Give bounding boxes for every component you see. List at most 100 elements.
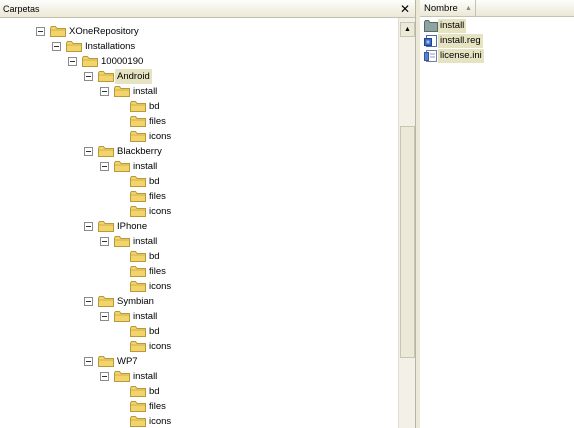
folder-icon [130,416,146,427]
folder-icon [130,191,146,202]
folder-icon [130,206,146,217]
collapse-toggle-icon[interactable] [84,147,93,156]
folder-icon [130,341,146,352]
tree-item-label: Blackberry [117,146,162,157]
tree-item-label: install [133,371,158,382]
collapse-toggle-icon[interactable] [36,27,45,36]
tree-item-label: 10000190 [101,56,144,67]
tree-item[interactable]: bd [0,384,398,399]
tree-item[interactable]: Symbian [0,294,398,309]
file-list-item-label: install [438,19,467,33]
folder-tree: XOneRepository Installations 10000190 Andro… [0,18,398,428]
ini-file-icon [424,50,438,62]
tree-item[interactable]: bd [0,249,398,264]
tree-item[interactable]: files [0,399,398,414]
folders-pane-title: Carpetas [3,4,40,14]
folder-icon [130,131,146,142]
folder-icon [114,236,130,247]
tree-item-label: Android [115,69,152,84]
tree-item[interactable]: icons [0,414,398,428]
tree-item[interactable]: files [0,114,398,129]
folder-icon [50,26,66,37]
tree-item[interactable]: install [0,234,398,249]
folders-pane-header: Carpetas ✕ [0,0,417,18]
close-icon[interactable]: ✕ [398,2,412,16]
folder-icon [130,326,146,337]
sort-ascending-icon: ▲ [465,5,472,12]
tree-item-label: install [133,86,158,97]
tree-item[interactable]: install [0,159,398,174]
tree-item[interactable]: bd [0,174,398,189]
folder-icon [98,71,114,82]
tree-item[interactable]: bd [0,324,398,339]
column-header-row: Nombre ▲ [420,0,574,17]
folder-icon [98,296,114,307]
tree-item[interactable]: install [0,84,398,99]
folder-icon [130,251,146,262]
collapse-toggle-icon[interactable] [68,57,77,66]
folder-icon [130,101,146,112]
collapse-toggle-icon[interactable] [84,72,93,81]
folder-icon [98,356,114,367]
folder-icon [130,401,146,412]
tree-item[interactable]: Blackberry [0,144,398,159]
folder-icon [130,176,146,187]
collapse-toggle-icon[interactable] [100,162,109,171]
folder-icon [130,386,146,397]
file-list-pane: Nombre ▲ install install.reg license.ini [420,0,574,428]
tree-item-label: icons [149,416,172,427]
tree-item[interactable]: Installations [0,39,398,54]
file-list-item-label: install.reg [438,34,483,48]
tree-item[interactable]: 10000190 [0,54,398,69]
collapse-toggle-icon[interactable] [100,312,109,321]
tree-item[interactable]: icons [0,279,398,294]
tree-item[interactable]: icons [0,339,398,354]
tree-item-label: Symbian [117,296,154,307]
folder-icon [114,161,130,172]
folder-icon [114,86,130,97]
scroll-thumb[interactable] [400,126,415,358]
tree-item-label: files [149,116,166,127]
collapse-toggle-icon[interactable] [84,297,93,306]
tree-item-label: bd [149,326,160,337]
tree-item[interactable]: icons [0,204,398,219]
scroll-up-button[interactable]: ▲ [400,22,415,37]
tree-item[interactable]: WP7 [0,354,398,369]
tree-item[interactable]: icons [0,129,398,144]
tree-item[interactable]: files [0,189,398,204]
tree-item[interactable]: XOneRepository [0,24,398,39]
tree-item[interactable]: IPhone [0,219,398,234]
collapse-toggle-icon[interactable] [100,237,109,246]
tree-item-label: XOneRepository [69,26,139,37]
tree-item-label: icons [149,281,172,292]
column-header-label: Nombre [424,3,458,14]
folder-icon [82,56,98,67]
folder-icon [114,311,130,322]
tree-item-label: install [133,311,158,322]
tree-item-label: files [149,401,166,412]
collapse-toggle-icon[interactable] [84,357,93,366]
folder-icon [424,20,438,32]
folder-icon [98,146,114,157]
collapse-toggle-icon[interactable] [84,222,93,231]
collapse-toggle-icon[interactable] [100,87,109,96]
tree-item[interactable]: files [0,264,398,279]
folders-pane: Carpetas ✕ XOneRepository Installations 10… [0,0,417,428]
file-list-item-label: license.ini [438,49,484,63]
tree-item-label: icons [149,206,172,217]
tree-item-label: bd [149,101,160,112]
tree-item-label: icons [149,131,172,142]
collapse-toggle-icon[interactable] [52,42,61,51]
folder-icon [130,266,146,277]
tree-item-label: bd [149,176,160,187]
vertical-scrollbar[interactable]: ▲ [398,18,415,428]
collapse-toggle-icon[interactable] [100,372,109,381]
registry-file-icon [424,35,438,47]
tree-item[interactable]: Android [0,69,398,84]
tree-item-label: icons [149,341,172,352]
folder-icon [114,371,130,382]
tree-item[interactable]: install [0,369,398,384]
tree-item[interactable]: bd [0,99,398,114]
tree-item[interactable]: install [0,309,398,324]
tree-item-label: WP7 [117,356,138,367]
